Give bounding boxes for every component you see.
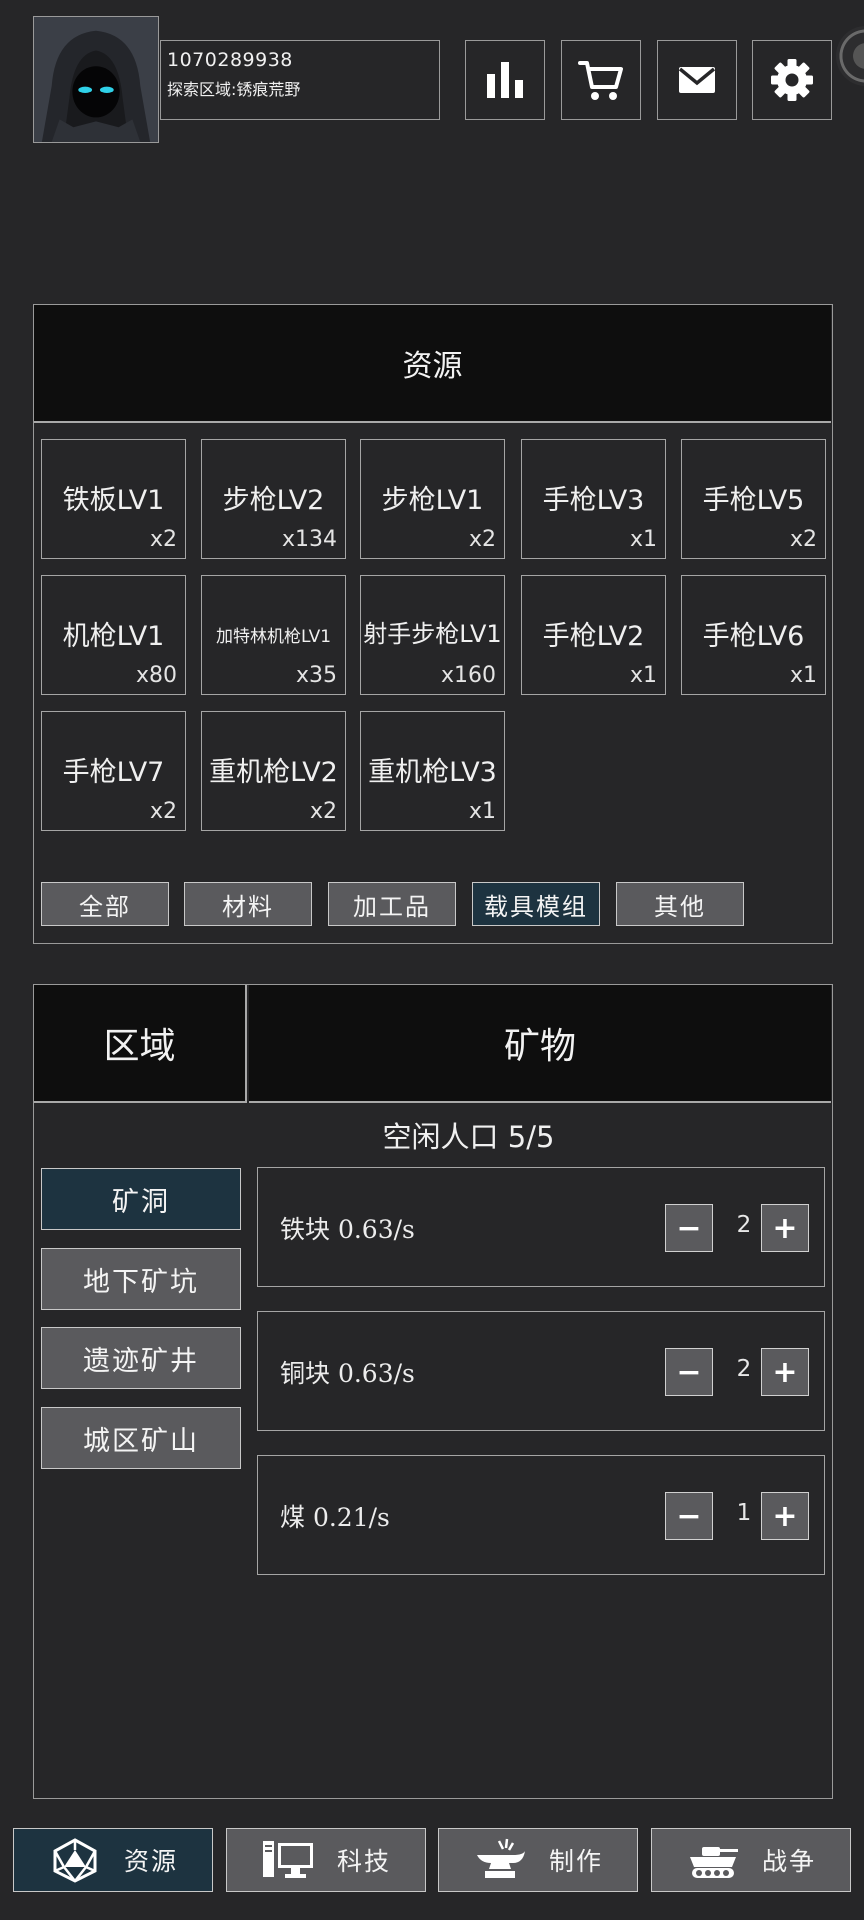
resource-name: 手枪LV2 [542,621,645,652]
resource-quantity: x1 [789,663,817,688]
zone-city-mine-button[interactable]: 城区矿山 [41,1407,241,1469]
settings-button[interactable] [752,40,832,120]
gear-icon [771,59,813,101]
anvil-icon [476,1838,525,1878]
stats-button[interactable] [465,40,545,120]
nav-label: 科技 [336,1847,391,1876]
player-avatar[interactable] [33,16,159,143]
filter-processed-button[interactable]: 加工品 [328,882,456,926]
resource-quantity: x35 [295,663,337,688]
resource-item[interactable]: 手枪LV2 x1 [521,575,666,695]
cart-icon [578,61,623,100]
nav-craft-button[interactable]: 制作 [438,1828,638,1892]
resource-item[interactable]: 手枪LV6 x1 [681,575,826,695]
mineral-label: 煤 0.21/s [280,1503,390,1532]
resource-name: 手枪LV7 [62,757,165,788]
mineral-row-copper: 铜块 0.63/s − 2 + [257,1311,825,1431]
filter-all-button[interactable]: 全部 [41,882,169,926]
d20-dice-icon [53,1838,97,1883]
resource-name: 重机枪LV3 [368,757,497,788]
mineral-label: 铜块 0.63/s [280,1359,415,1388]
floating-assist-button[interactable] [836,26,864,86]
mineral-row-iron: 铁块 0.63/s − 2 + [257,1167,825,1287]
resource-quantity: x1 [629,527,657,552]
idle-population: 空闲人口 5/5 [382,1120,555,1154]
resource-quantity: x2 [149,799,177,824]
resource-item[interactable]: 铁板LV1 x2 [41,439,186,559]
increase-workers-button[interactable]: + [761,1348,809,1396]
decrease-workers-button[interactable]: − [665,1492,713,1540]
resource-item[interactable]: 手枪LV7 x2 [41,711,186,831]
increase-workers-button[interactable]: + [761,1492,809,1540]
worker-count: 2 [736,1356,752,1382]
explore-area-label: 探索区域:锈痕荒野 [167,80,301,99]
filter-other-button[interactable]: 其他 [616,882,744,926]
filter-materials-button[interactable]: 材料 [184,882,312,926]
tab-minerals[interactable]: 矿物 [249,985,831,1103]
resource-quantity: x2 [149,527,177,552]
resource-item[interactable]: 重机枪LV3 x1 [360,711,505,831]
resource-item[interactable]: 加特林机枪LV1 x35 [201,575,346,695]
resource-name: 步枪LV2 [222,485,325,516]
resource-name: 机枪LV1 [62,621,165,652]
mineral-label: 铁块 0.63/s [280,1215,415,1244]
resource-name: 射手步枪LV1 [363,620,502,648]
decrease-workers-button[interactable]: − [665,1204,713,1252]
resource-item[interactable]: 步枪LV2 x134 [201,439,346,559]
resource-quantity: x2 [789,527,817,552]
tank-icon [689,1847,738,1878]
player-info-box: 1070289938 探索区域:锈痕荒野 [160,40,440,120]
resource-item[interactable]: 射手步枪LV1 x160 [360,575,505,695]
resource-name: 手枪LV6 [702,621,805,652]
nav-war-button[interactable]: 战争 [651,1828,851,1892]
nav-tech-button[interactable]: 科技 [226,1828,426,1892]
resource-name: 铁板LV1 [62,485,165,516]
nav-label: 资源 [123,1847,178,1876]
resource-item[interactable]: 机枪LV1 x80 [41,575,186,695]
mail-icon [678,67,716,93]
nav-label: 战争 [761,1847,816,1876]
hooded-figure-icon [34,17,158,142]
shop-button[interactable] [561,40,641,120]
bar-chart-icon [487,62,523,98]
resource-name: 手枪LV5 [702,485,805,516]
resource-name: 加特林机枪LV1 [215,627,332,647]
mineral-row-coal: 煤 0.21/s − 1 + [257,1455,825,1575]
zone-underground-pit-button[interactable]: 地下矿坑 [41,1248,241,1310]
resource-item[interactable]: 步枪LV1 x2 [360,439,505,559]
filter-vehicle-modules-button[interactable]: 载具模组 [472,882,600,926]
tab-area[interactable]: 区域 [34,985,247,1103]
resource-quantity: x2 [309,799,337,824]
resource-item[interactable]: 重机枪LV2 x2 [201,711,346,831]
resource-quantity: x80 [135,663,177,688]
resource-name: 步枪LV1 [381,485,484,516]
resource-quantity: x160 [440,663,496,688]
resource-quantity: x134 [281,527,337,552]
resource-name: 重机枪LV2 [209,757,338,788]
resource-item[interactable]: 手枪LV5 x2 [681,439,826,559]
resource-quantity: x2 [468,527,496,552]
nav-resources-button[interactable]: 资源 [13,1828,213,1892]
decrease-workers-button[interactable]: − [665,1348,713,1396]
resource-item[interactable]: 手枪LV3 x1 [521,439,666,559]
zone-cave-button[interactable]: 矿洞 [41,1168,241,1230]
worker-count: 1 [736,1500,752,1526]
resource-quantity: x1 [629,663,657,688]
nav-label: 制作 [548,1847,603,1876]
zone-ruins-mine-button[interactable]: 遗迹矿井 [41,1327,241,1389]
worker-count: 2 [736,1212,752,1238]
mail-button[interactable] [657,40,737,120]
increase-workers-button[interactable]: + [761,1204,809,1252]
resource-quantity: x1 [468,799,496,824]
computer-icon [262,1841,313,1878]
resource-name: 手枪LV3 [542,485,645,516]
resources-title: 资源 [34,305,831,423]
player-id: 1070289938 [167,49,293,71]
